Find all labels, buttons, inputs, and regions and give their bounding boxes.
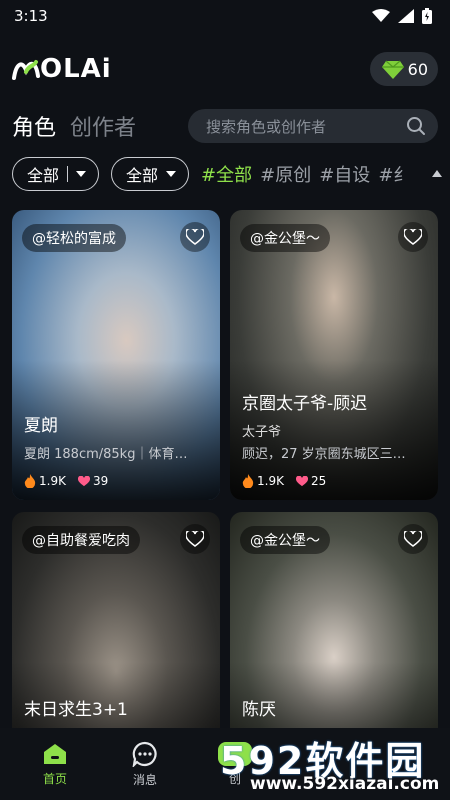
character-card[interactable]: @轻松的富成 夏朗 夏朗 188cm/85kg｜体育… 1.9K 39 [12, 210, 220, 500]
tag-self-set[interactable]: #自设 [319, 161, 370, 187]
card-stats: 1.9K 25 [242, 474, 332, 488]
creator-name: @金公堡～ [250, 533, 320, 549]
heart-filled-icon [77, 475, 90, 486]
filter-dropdown-1-label: 全部 [27, 166, 60, 185]
heat-stat: 1.9K [242, 474, 284, 488]
heart-outline-icon [404, 531, 422, 547]
likes-count: 25 [310, 474, 327, 488]
character-subtitle: 太子爷 [242, 425, 282, 440]
creator-name: @自助餐爱吃肉 [32, 533, 130, 549]
fire-icon [242, 474, 254, 488]
filter-dropdown-1[interactable]: 全部 [12, 157, 100, 191]
character-card[interactable]: @金公堡～ 京圈太子爷-顾迟 太子爷 顾迟，27 岁京圈东城区三… 1.9K 2… [230, 210, 438, 500]
logo-mark-icon [12, 60, 40, 80]
likes-count: 39 [92, 474, 109, 488]
watermark: 592软件园 www.592xiazai.com [214, 730, 444, 796]
tag-all[interactable]: #全部 [201, 161, 252, 187]
filter-dropdown-2-label: 全部 [126, 166, 159, 185]
caret-down-icon [166, 171, 177, 177]
favorite-button[interactable] [398, 524, 428, 554]
heart-outline-icon [404, 229, 422, 245]
creator-name: @轻松的富成 [32, 231, 116, 247]
tabs-row: 角色 创作者 搜索角色或创作者 [0, 106, 450, 146]
filter-dropdown-2[interactable]: 全部 [111, 157, 190, 191]
heart-outline-icon [186, 229, 204, 245]
tag-original[interactable]: #原创 [260, 161, 311, 187]
character-name: 京圈太子爷-顾迟 [242, 394, 368, 414]
heart-outline-icon [186, 531, 204, 547]
heat-stat: 1.9K [24, 474, 66, 488]
heat-count: 1.9K [257, 474, 284, 488]
likes-stat: 25 [295, 474, 327, 488]
creator-name: @金公堡～ [250, 231, 320, 247]
signal-icon [398, 9, 414, 23]
status-bar: 3:13 [0, 0, 450, 32]
creator-tag[interactable]: @自助餐爱吃肉 [22, 526, 140, 554]
tag-more[interactable]: #纟 [378, 161, 411, 187]
app-header: OLAi 60 [0, 44, 450, 94]
home-icon [44, 743, 66, 764]
character-name: 陈厌 [242, 700, 276, 720]
nav-home[interactable]: 首页 [10, 742, 100, 787]
character-name: 夏朗 [24, 416, 58, 436]
creator-tag[interactable]: @金公堡～ [240, 224, 330, 252]
search-placeholder: 搜索角色或创作者 [206, 117, 327, 136]
nav-messages[interactable]: 消息 [100, 741, 190, 788]
app-logo: OLAi [12, 54, 112, 84]
nav-messages-label: 消息 [132, 772, 157, 787]
battery-icon [422, 8, 432, 24]
character-desc: 顾迟，27 岁京圈东城区三… [242, 447, 406, 462]
favorite-button[interactable] [180, 524, 210, 554]
caret-down-icon [76, 171, 87, 177]
divider [67, 166, 69, 182]
search-input[interactable]: 搜索角色或创作者 [188, 109, 438, 143]
status-time: 3:13 [14, 7, 48, 25]
nav-home-label: 首页 [42, 771, 67, 786]
fire-icon [24, 474, 36, 488]
heart-filled-icon [295, 475, 308, 486]
coin-balance[interactable]: 60 [369, 52, 438, 86]
filter-row: 全部 全部 #全部 #原创 #自设 #纟 [0, 156, 450, 192]
tab-creators[interactable]: 创作者 [70, 110, 136, 142]
favorite-button[interactable] [180, 222, 210, 252]
creator-tag[interactable]: @轻松的富成 [22, 224, 126, 252]
expand-filters-icon[interactable] [432, 170, 442, 177]
favorite-button[interactable] [398, 222, 428, 252]
search-icon [407, 117, 425, 135]
creator-tag[interactable]: @金公堡～ [240, 526, 330, 554]
tab-characters[interactable]: 角色 [12, 110, 56, 142]
coin-count: 60 [407, 59, 428, 79]
status-icons [372, 8, 432, 24]
character-name: 末日求生3+1 [24, 700, 128, 720]
card-stats: 1.9K 39 [24, 474, 114, 488]
logo-text: OLAi [40, 54, 112, 84]
character-desc: 夏朗 188cm/85kg｜体育… [24, 447, 188, 462]
watermark-url: www.592xiazai.com [250, 774, 440, 794]
heat-count: 1.9K [39, 474, 66, 488]
gem-icon [381, 60, 404, 79]
chat-bubble-icon [132, 741, 157, 767]
wifi-icon [372, 9, 390, 22]
likes-stat: 39 [77, 474, 109, 488]
